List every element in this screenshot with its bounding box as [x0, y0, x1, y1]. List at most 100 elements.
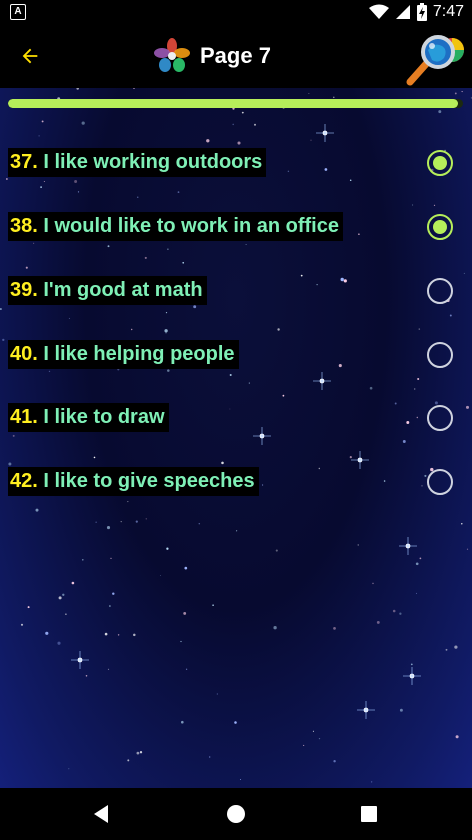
question-label: 38. I would like to work in an office: [8, 212, 343, 241]
question-text: I like to give speeches: [43, 470, 255, 492]
star: [419, 557, 422, 560]
square-recents-icon: [361, 806, 377, 822]
star: [232, 123, 234, 126]
answer-radio[interactable]: [427, 342, 453, 368]
star: [410, 663, 413, 666]
star: [120, 521, 122, 523]
star: [164, 329, 168, 333]
star: [333, 760, 336, 763]
star: [93, 456, 96, 459]
star: [357, 544, 359, 546]
star: [117, 634, 120, 636]
star: [57, 641, 61, 645]
answer-radio[interactable]: [427, 150, 453, 176]
star: [277, 328, 280, 331]
cellular-signal-icon: [395, 5, 410, 19]
back-button[interactable]: [8, 34, 52, 78]
question-text: I would like to work in an office: [43, 215, 339, 237]
star: [77, 191, 80, 193]
star: [454, 92, 457, 95]
question-row[interactable]: 40. I like helping people: [0, 334, 472, 382]
answer-radio[interactable]: [427, 278, 453, 304]
question-page: 37. I like working outdoors 38. I would …: [0, 88, 472, 788]
star: [145, 518, 147, 520]
star: [371, 781, 373, 783]
question-number: 39.: [10, 279, 38, 301]
question-row[interactable]: 41. I like to draw: [0, 397, 472, 445]
star: [461, 91, 463, 93]
question-row[interactable]: 42. I like to give speeches: [0, 461, 472, 509]
star: [209, 756, 211, 758]
progress-fill: [8, 99, 459, 108]
star: [45, 631, 49, 635]
star: [136, 751, 140, 755]
star: [372, 582, 374, 585]
star: [310, 139, 312, 141]
star: [107, 668, 110, 671]
star: [182, 261, 185, 264]
answer-radio[interactable]: [427, 405, 453, 431]
question-number: 41.: [10, 406, 38, 428]
question-row[interactable]: 37. I like working outdoors: [0, 142, 472, 190]
star: [369, 386, 373, 390]
star: [415, 562, 419, 566]
question-number: 38.: [10, 215, 38, 237]
battery-charging-icon: [416, 3, 427, 21]
star: [273, 626, 277, 630]
star: [41, 120, 44, 123]
star: [85, 675, 88, 677]
flower-logo-icon: [154, 38, 190, 72]
nav-recents-button[interactable]: [353, 798, 385, 830]
question-row[interactable]: 38. I would like to work in an office: [0, 206, 472, 254]
star: [181, 720, 184, 724]
question-text: I like working outdoors: [43, 151, 263, 173]
star: [68, 768, 70, 770]
star: [131, 328, 133, 331]
star: [212, 604, 214, 607]
star: [183, 611, 187, 615]
star: [137, 196, 139, 198]
star: [133, 633, 136, 637]
answer-radio[interactable]: [427, 214, 453, 240]
wifi-icon: [368, 4, 389, 19]
star: [455, 735, 459, 739]
star: [333, 627, 336, 630]
star: [349, 456, 352, 459]
star: [139, 751, 143, 754]
star: [25, 266, 28, 269]
question-text: I like to draw: [43, 406, 165, 428]
arrow-back-icon: [22, 48, 38, 64]
star: [308, 92, 310, 94]
star: [241, 111, 244, 114]
star: [399, 612, 402, 615]
progress-bar: [8, 99, 463, 108]
nav-home-button[interactable]: [220, 798, 252, 830]
star: [71, 581, 75, 585]
bright-star: [71, 651, 89, 669]
answer-radio[interactable]: [427, 469, 453, 495]
star: [376, 620, 380, 624]
star: [95, 521, 97, 523]
star: [239, 779, 241, 781]
star: [416, 592, 417, 594]
star: [275, 549, 278, 552]
star: [68, 317, 70, 319]
triangle-back-icon: [94, 805, 108, 823]
star: [318, 737, 321, 740]
star: [144, 256, 147, 259]
question-text: I'm good at math: [43, 279, 203, 301]
star: [65, 613, 67, 616]
star: [160, 574, 162, 576]
nav-back-button[interactable]: [86, 798, 118, 830]
search-logo-button[interactable]: [404, 30, 466, 86]
star: [62, 593, 65, 596]
star: [399, 708, 403, 712]
circle-home-icon: [227, 805, 245, 823]
star: [104, 632, 108, 636]
question-row[interactable]: 39. I'm good at math: [0, 270, 472, 318]
bright-star: [357, 701, 375, 719]
question-number: 37.: [10, 151, 38, 173]
question-label: 42. I like to give speeches: [8, 467, 259, 496]
star: [110, 557, 112, 560]
star: [185, 668, 188, 670]
